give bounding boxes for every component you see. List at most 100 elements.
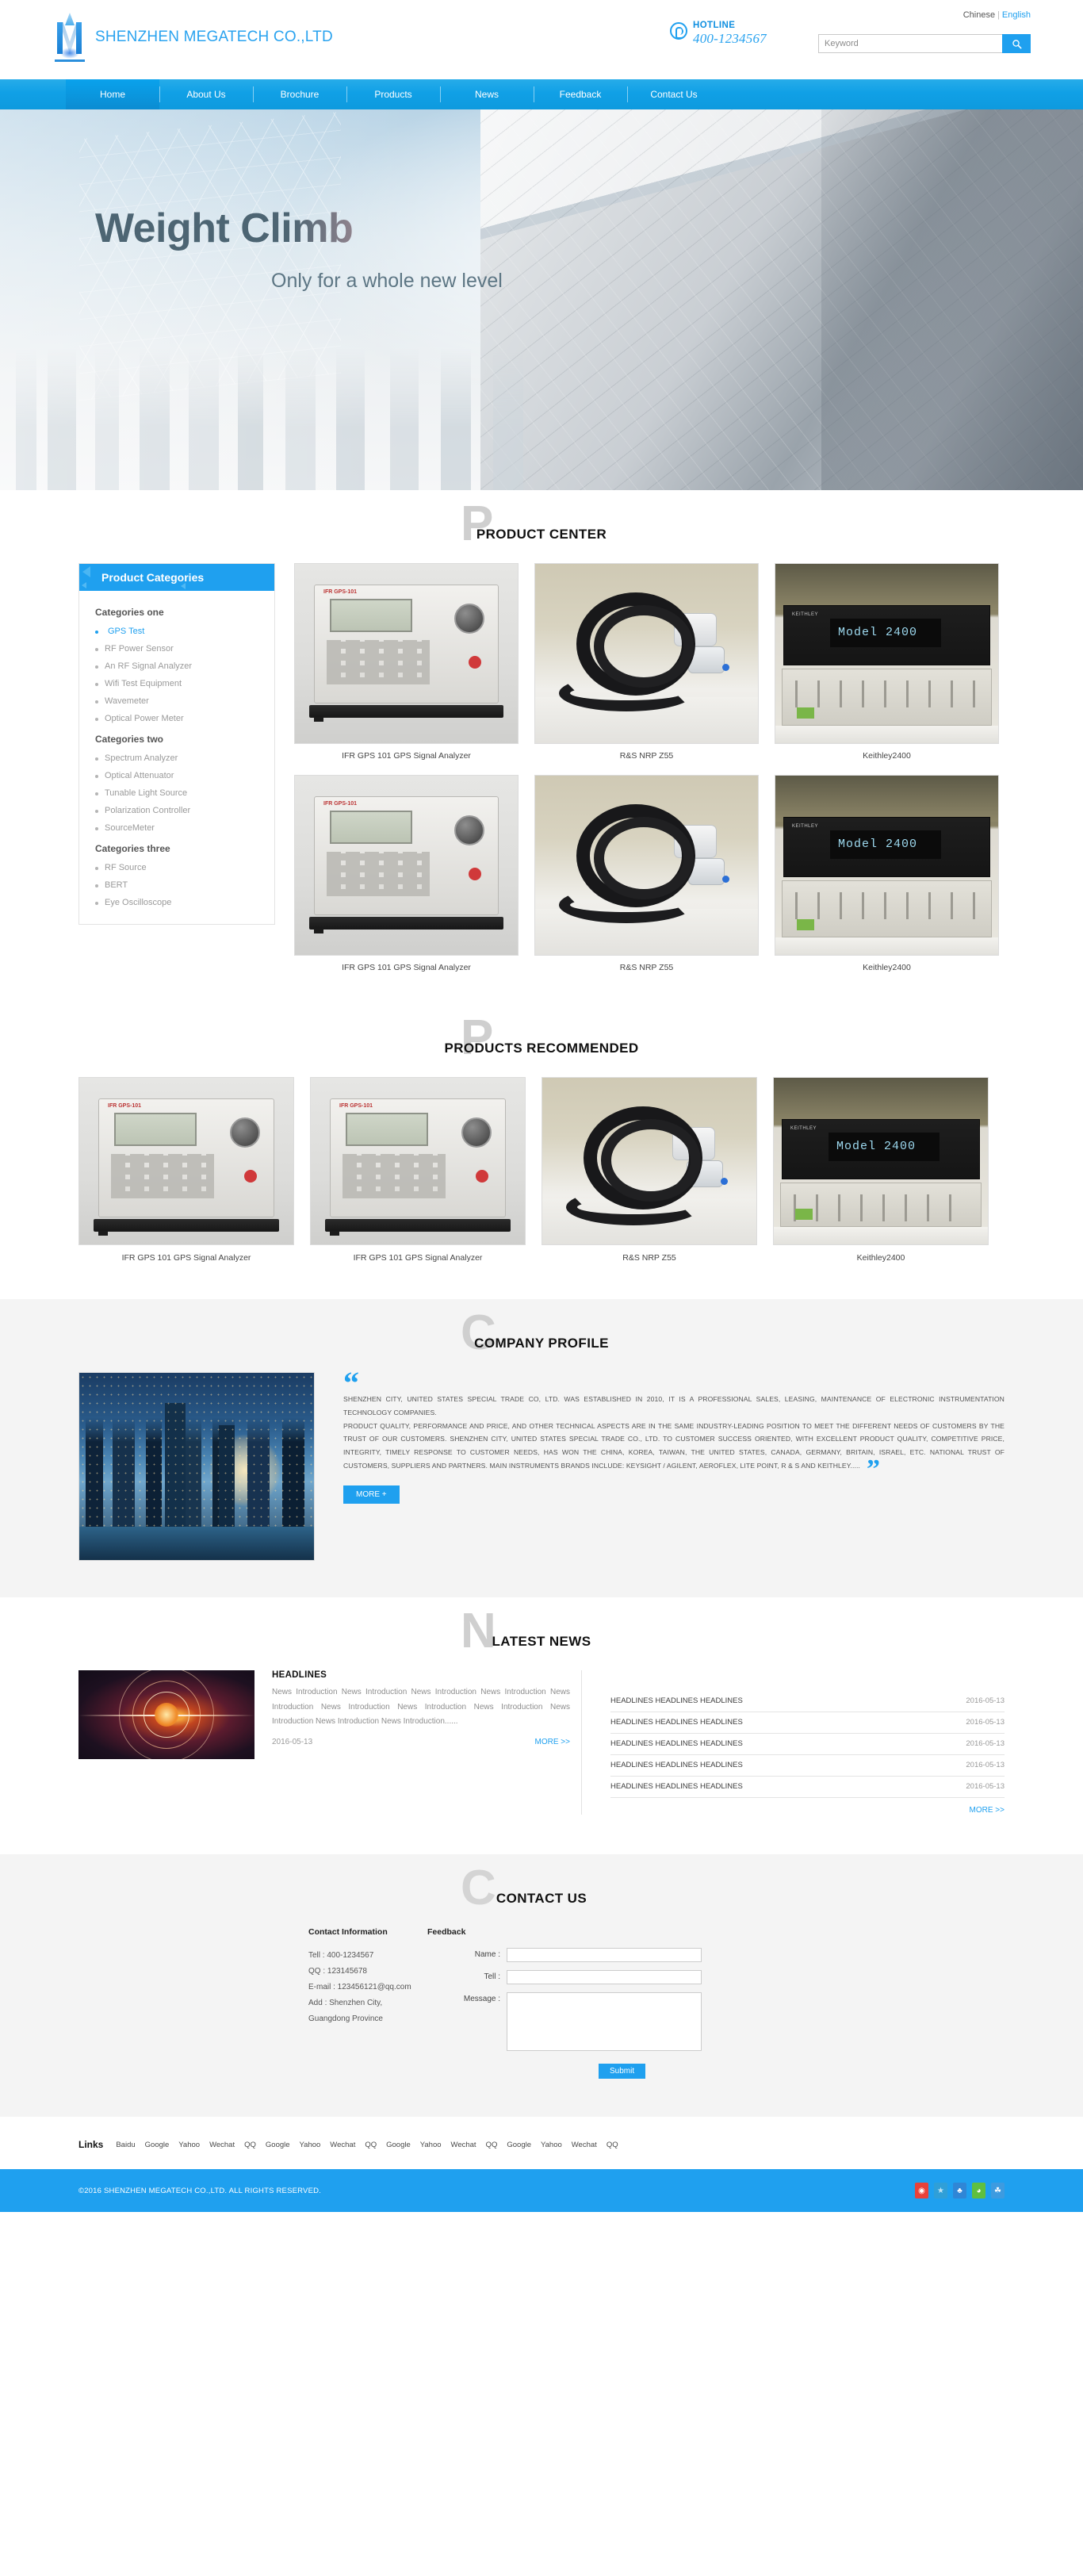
category-item-eye-oscilloscope[interactable]: Eye Oscilloscope [95,894,274,911]
lang-chinese-link[interactable]: Chinese [963,10,995,20]
category-item-optical-attenuator[interactable]: Optical Attenuator [95,767,274,784]
link-yahoo[interactable]: Yahoo [300,2141,321,2149]
tencent-weibo-icon[interactable]: ♣ [953,2183,966,2198]
product-card[interactable]: KEITHLEY Model 2400 Keithley2400 [775,563,999,761]
product-card[interactable]: R&S NRP Z55 [534,775,759,972]
contact-section: C CONTACT US Contact Information Tell : … [0,1854,1083,2117]
category-item-gps-test[interactable]: GPS Test [95,623,274,640]
feedback-message-textarea[interactable] [507,1992,702,2051]
nav-item-home[interactable]: Home [66,79,159,109]
logo-area[interactable]: SHENZHEN MEGATECH CO.,LTD [52,13,333,62]
category-item-rf-source[interactable]: RF Source [95,859,274,876]
category-group-title: Categories two [95,734,164,745]
product-card[interactable]: KEITHLEY Model 2400 Keithley2400 [775,775,999,972]
language-switcher: Chinese | English [963,10,1031,20]
category-item-sourcemeter[interactable]: SourceMeter [95,819,274,837]
wechat-icon[interactable]: ◕ [972,2183,985,2198]
category-item-bert[interactable]: BERT [95,876,274,894]
product-card[interactable]: IFR GPS-101 IFR GPS 101 GPS Signal Analyz… [294,563,519,761]
recommended-product-card[interactable]: IFR GPS-101 IFR GPS 101 GPS Signal Analyz… [78,1077,294,1263]
feedback-tell-input[interactable] [507,1970,702,1984]
category-item-optical-power-meter[interactable]: Optical Power Meter [95,710,274,727]
featured-news-body: News Introduction News Introduction News… [272,1688,570,1726]
category-item-wavemeter[interactable]: Wavemeter [95,692,274,710]
product-thumbnail[interactable] [534,775,759,956]
recommended-product-card[interactable]: R&S NRP Z55 [542,1077,757,1263]
category-item-spectrum-analyzer[interactable]: Spectrum Analyzer [95,749,274,767]
lang-english-link[interactable]: English [1002,10,1031,20]
search-box[interactable] [818,34,1031,53]
news-list-item[interactable]: HEADLINES HEADLINES HEADLINES 2016-05-13 [610,1734,1005,1755]
product-thumbnail[interactable]: KEITHLEY Model 2400 [775,775,999,956]
category-item-tunable-light-source[interactable]: Tunable Light Source [95,784,274,802]
recommended-product-thumbnail[interactable]: IFR GPS-101 [310,1077,526,1245]
featured-news[interactable]: HEADLINES News Introduction News Introdu… [78,1670,570,1815]
link-google[interactable]: Google [386,2141,411,2149]
featured-news-more-link[interactable]: MORE >> [535,1738,570,1746]
product-card[interactable]: R&S NRP Z55 [534,563,759,761]
link-wechat[interactable]: Wechat [572,2141,597,2149]
nav-item-feedback[interactable]: Feedback [534,79,627,109]
category-item-wifi-test-equipment[interactable]: Wifi Test Equipment [95,675,274,692]
link-qq[interactable]: QQ [244,2141,256,2149]
feedback-name-input[interactable] [507,1948,702,1962]
news-item-title: HEADLINES HEADLINES HEADLINES [610,1761,743,1769]
section-title-text: PRODUCT CENTER [476,527,607,542]
news-list-item[interactable]: HEADLINES HEADLINES HEADLINES 2016-05-13 [610,1712,1005,1734]
recommended-product-card[interactable]: IFR GPS-101 IFR GPS 101 GPS Signal Analyz… [310,1077,526,1263]
nav-item-products[interactable]: Products [346,79,440,109]
news-list-item[interactable]: HEADLINES HEADLINES HEADLINES 2016-05-13 [610,1777,1005,1798]
category-group-title: Categories three [95,843,170,854]
link-wechat[interactable]: Wechat [330,2141,355,2149]
nav-item-contact-us[interactable]: Contact Us [627,79,721,109]
link-google[interactable]: Google [507,2141,531,2149]
news-list-more-link[interactable]: MORE >> [610,1806,1005,1815]
recommended-product-thumbnail[interactable]: KEITHLEY Model 2400 [773,1077,989,1245]
recommended-product-card[interactable]: KEITHLEY Model 2400 Keithley2400 [773,1077,989,1263]
baidu-icon[interactable]: ☘ [991,2183,1005,2198]
link-google[interactable]: Google [145,2141,170,2149]
news-item-title: HEADLINES HEADLINES HEADLINES [610,1782,743,1791]
link-yahoo[interactable]: Yahoo [420,2141,442,2149]
weibo-icon[interactable]: ◉ [915,2183,928,2198]
company-profile-more-button[interactable]: MORE + [343,1485,400,1504]
category-item-polarization-controller[interactable]: Polarization Controller [95,802,274,819]
contact-email: E-mail : 123456121@qq.com [308,1983,411,1991]
category-item-an-rf-signal-analyzer[interactable]: An RF Signal Analyzer [95,657,274,675]
featured-news-image [78,1670,254,1759]
featured-news-headline: HEADLINES [272,1670,327,1680]
recommended-product-thumbnail[interactable]: IFR GPS-101 [78,1077,294,1245]
nav-item-about-us[interactable]: About Us [159,79,253,109]
link-qq[interactable]: QQ [365,2141,377,2149]
link-qq[interactable]: QQ [607,2141,618,2149]
link-google[interactable]: Google [266,2141,290,2149]
news-item-date: 2016-05-13 [966,1718,1005,1727]
recommended-product-name: R&S NRP Z55 [622,1253,676,1263]
nav-item-news[interactable]: News [440,79,534,109]
feedback-submit-button[interactable]: Submit [599,2064,646,2079]
section-title-text: LATEST NEWS [492,1634,591,1649]
product-thumbnail[interactable]: IFR GPS-101 [294,563,519,744]
nav-item-brochure[interactable]: Brochure [253,79,346,109]
recommended-product-thumbnail[interactable] [542,1077,757,1245]
news-list-item[interactable]: HEADLINES HEADLINES HEADLINES 2016-05-13 [610,1755,1005,1777]
link-yahoo[interactable]: Yahoo [178,2141,200,2149]
link-wechat[interactable]: Wechat [209,2141,235,2149]
company-profile-paragraph-2: PRODUCT QUALITY, PERFORMANCE AND PRICE, … [343,1421,1005,1470]
product-thumbnail[interactable]: IFR GPS-101 [294,775,519,956]
link-yahoo[interactable]: Yahoo [541,2141,562,2149]
link-baidu[interactable]: Baidu [116,2141,135,2149]
link-wechat[interactable]: Wechat [451,2141,476,2149]
link-qq[interactable]: QQ [486,2141,498,2149]
category-item-rf-power-sensor[interactable]: RF Power Sensor [95,640,274,657]
gps-analyzer-photo: IFR GPS-101 [295,776,518,955]
recommended-product-name: Keithley2400 [856,1253,905,1263]
product-thumbnail[interactable] [534,563,759,744]
qzone-icon[interactable]: ★ [934,2183,947,2198]
news-list-item[interactable]: HEADLINES HEADLINES HEADLINES 2016-05-13 [610,1691,1005,1712]
product-card[interactable]: IFR GPS-101 IFR GPS 101 GPS Signal Analyz… [294,775,519,972]
product-thumbnail[interactable]: KEITHLEY Model 2400 [775,563,999,744]
search-input[interactable] [818,34,1002,53]
news-item-title: HEADLINES HEADLINES HEADLINES [610,1696,743,1705]
search-button[interactable] [1002,34,1031,53]
